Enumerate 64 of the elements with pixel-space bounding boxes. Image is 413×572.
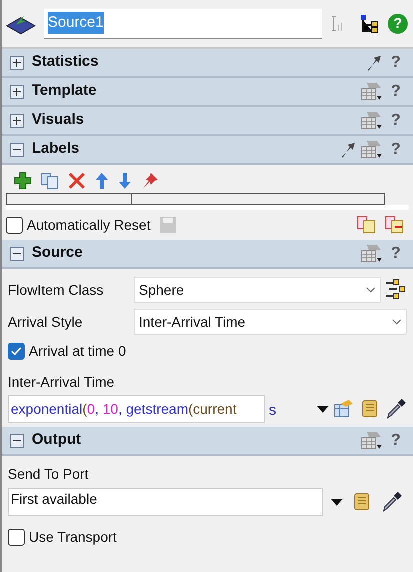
section-title: Labels <box>32 139 81 160</box>
flowitem-class-dropdown[interactable]: Sphere <box>134 277 381 303</box>
chevron-icon[interactable] <box>392 319 402 325</box>
help-button[interactable]: ? <box>387 242 405 266</box>
expand-icon[interactable] <box>10 56 24 70</box>
table-dropdown-icon[interactable] <box>361 244 383 264</box>
delete-icon[interactable] <box>68 172 86 190</box>
section-header[interactable]: Template ? <box>2 78 413 107</box>
tree-icon[interactable] <box>385 279 407 301</box>
dropdown-arrow-icon[interactable] <box>317 406 329 412</box>
field-label: Send To Port <box>8 465 90 484</box>
table-dropdown-icon[interactable] <box>361 430 383 450</box>
eyedropper-icon[interactable] <box>381 491 403 513</box>
up-arrow-icon[interactable] <box>95 172 109 190</box>
tree-icon[interactable] <box>360 14 380 34</box>
copy-icon[interactable] <box>41 172 59 190</box>
pin-icon[interactable] <box>141 172 159 190</box>
expand-icon[interactable] <box>10 84 24 98</box>
unit-label: s <box>269 400 278 421</box>
section-title: Statistics <box>32 52 100 72</box>
section-title: Template <box>32 81 98 102</box>
help-button[interactable]: ? <box>387 108 405 132</box>
help-button[interactable]: ? <box>387 138 405 162</box>
send-to-port-field[interactable]: First available <box>8 488 323 516</box>
paste-icon[interactable] <box>357 216 377 234</box>
checkbox-label: Use Transport <box>29 528 117 547</box>
table-edit-icon[interactable] <box>333 399 355 419</box>
arrival-style-dropdown[interactable]: Inter-Arrival Time <box>134 309 407 335</box>
collapse-icon[interactable] <box>10 246 24 260</box>
help-button[interactable]: ? <box>387 428 405 452</box>
chevron-icon[interactable] <box>366 287 376 293</box>
code-field[interactable]: exponential(0, 10, getstream(current <box>8 395 265 423</box>
checkbox[interactable] <box>8 529 25 546</box>
collapse-icon[interactable] <box>10 434 24 448</box>
section-header[interactable]: Source ? <box>2 240 413 269</box>
labels-table[interactable] <box>6 193 385 205</box>
down-arrow-icon[interactable] <box>118 172 132 190</box>
expand-icon[interactable] <box>10 114 24 128</box>
checkbox-label: Arrival at time 0 <box>29 342 126 361</box>
field-label: Inter-Arrival Time <box>8 373 116 392</box>
help-button[interactable]: ? <box>387 50 405 74</box>
section-title: Output <box>32 430 82 450</box>
table-dropdown-icon[interactable] <box>361 82 383 102</box>
checkmark-icon <box>11 347 22 356</box>
eyedropper-icon[interactable] <box>385 398 407 420</box>
section-header[interactable]: Statistics ? <box>2 49 413 78</box>
checkbox[interactable] <box>6 216 23 234</box>
section-header[interactable]: Labels ? <box>2 136 413 165</box>
dropdown-arrow-icon[interactable] <box>331 498 343 506</box>
field-label: Arrival Style <box>8 312 84 332</box>
table-dropdown-icon[interactable] <box>361 140 383 160</box>
section-title: Source <box>32 243 84 264</box>
plus-icon[interactable] <box>14 172 32 190</box>
table-dropdown-icon[interactable] <box>361 110 383 130</box>
section-header[interactable]: Visuals ? <box>2 107 413 136</box>
paste-remove-icon[interactable] <box>385 216 405 234</box>
field-label: FlowItem Class <box>8 280 105 300</box>
collapse-icon[interactable] <box>10 142 24 156</box>
checkbox-label: Automatically Reset <box>27 216 151 235</box>
checkbox[interactable] <box>8 343 25 360</box>
section-header[interactable]: Output ? <box>2 427 413 456</box>
help-button[interactable]: ? <box>388 14 408 34</box>
section-title: Visuals <box>32 110 86 130</box>
help-button[interactable]: ? <box>387 80 405 104</box>
